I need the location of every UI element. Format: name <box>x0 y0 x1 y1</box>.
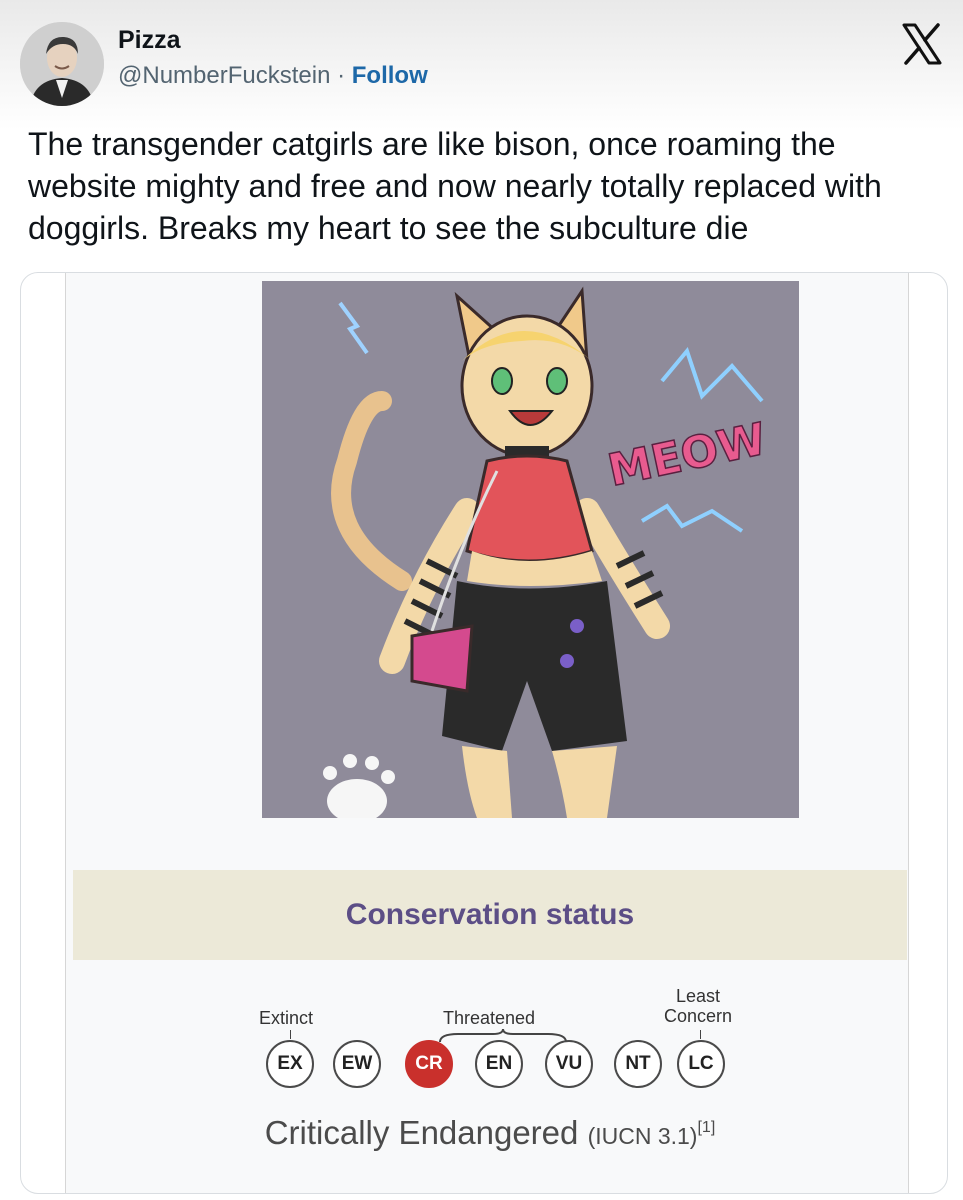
status-reference[interactable]: [1] <box>697 1119 715 1136</box>
avatar[interactable] <box>20 22 104 106</box>
status-ex-badge[interactable]: EX <box>266 1040 314 1088</box>
conservation-status-scale: Extinct Threatened Least Concern EX EW C… <box>73 960 907 1193</box>
conservation-status-title: Conservation status <box>73 870 907 960</box>
post-text: The transgender catgirls are like bison,… <box>28 126 882 246</box>
x-logo-icon[interactable] <box>900 22 944 66</box>
catgirl-drawing: MEOW <box>262 281 799 818</box>
separator-dot: · <box>330 62 352 89</box>
status-line: Critically Endangered (IUCN 3.1)[1] <box>73 1114 907 1152</box>
status-vu-badge[interactable]: VU <box>545 1040 593 1088</box>
display-name[interactable]: Pizza <box>118 26 181 55</box>
status-nt-badge[interactable]: NT <box>614 1040 662 1088</box>
concern-label: Concern <box>663 1006 733 1026</box>
follow-button[interactable]: Follow <box>352 62 428 89</box>
least-label: Least <box>675 986 721 1006</box>
handle[interactable]: @NumberFuckstein <box>118 62 330 89</box>
media-card[interactable]: MEOW Conservation status Extinct Threate… <box>20 272 948 1194</box>
extinct-tick <box>290 1030 291 1039</box>
status-cr-badge[interactable]: CR <box>405 1040 453 1088</box>
status-system: (IUCN 3.1) <box>587 1123 698 1149</box>
threatened-label: Threatened <box>443 1008 536 1028</box>
extinct-label: Extinct <box>259 1008 314 1028</box>
catgirl-illustration[interactable]: MEOW <box>262 281 799 818</box>
status-en-badge[interactable]: EN <box>475 1040 523 1088</box>
status-ew-badge[interactable]: EW <box>333 1040 381 1088</box>
man-portrait-avatar <box>20 22 104 106</box>
status-lc-badge[interactable]: LC <box>677 1040 725 1088</box>
concern-tick <box>700 1030 701 1039</box>
status-main[interactable]: Critically Endangered <box>265 1114 579 1151</box>
handle-row: @NumberFuckstein · Follow <box>118 62 428 90</box>
